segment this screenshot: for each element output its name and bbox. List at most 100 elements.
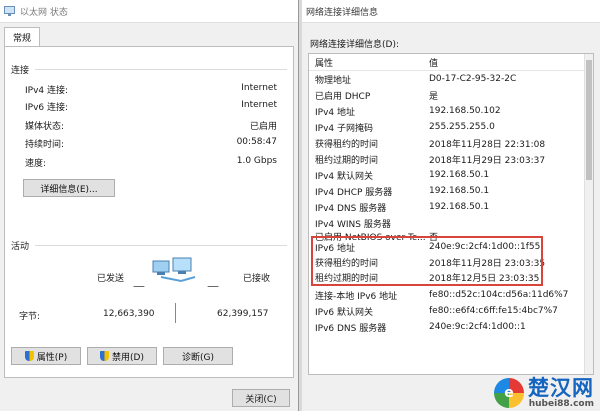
item-value: 192.168.50.1 <box>429 170 490 180</box>
list-item[interactable]: 物理地址 D0-17-C2-95-32-2C <box>309 71 593 87</box>
item-property: 获得租约的时间 <box>315 258 379 269</box>
column-header-value[interactable]: 值 <box>429 56 438 69</box>
section-divider <box>35 69 287 70</box>
row-value: 00:58:47 <box>236 137 277 147</box>
connection-details-window: 网络连接详细信息 网络连接详细信息(D): 属性 值 物理地址 D0-17-C2-… <box>302 0 600 411</box>
ethernet-status-window: 以太网 状态 常规 连接 IPv4 连接: Internet IPv6 连接: … <box>0 0 299 411</box>
item-value: D0-17-C2-95-32-2C <box>429 74 517 84</box>
item-value: fe80::d52c:104c:d56a:11d6%7 <box>429 290 569 300</box>
received-label: 已接收 <box>243 274 271 284</box>
dash-left-icon: — <box>133 279 145 293</box>
scrollbar-thumb[interactable] <box>586 60 592 180</box>
item-value: 192.168.50.102 <box>429 106 501 116</box>
network-activity-icon <box>152 257 196 283</box>
item-property: IPv4 子网掩码 <box>315 123 373 134</box>
item-value: 是 <box>429 91 439 102</box>
item-value: fe80::e6f4:c6ff:fe15:4bc7%7 <box>429 306 558 316</box>
watermark-url: hubei88.com <box>528 399 594 409</box>
list-scrollbar[interactable] <box>584 54 593 374</box>
item-value: 192.168.50.1 <box>429 202 490 212</box>
item-property: 获得租约的时间 <box>315 139 379 150</box>
duration-row: 持续时间: 00:58:47 <box>25 137 277 150</box>
window-titlebar[interactable]: 以太网 状态 <box>0 0 298 23</box>
activity-section-title: 活动 <box>11 242 30 252</box>
row-label: IPv4 连接: <box>25 86 69 96</box>
list-item[interactable]: IPv4 默认网关 192.168.50.1 <box>309 167 593 183</box>
connection-section-title: 连接 <box>11 66 30 76</box>
list-item[interactable]: IPv6 地址 240e:9c:2cf4:1d00::1f55 <box>309 239 593 255</box>
list-item[interactable]: IPv4 地址 192.168.50.102 <box>309 103 593 119</box>
activity-separator <box>175 303 176 323</box>
section-divider <box>35 245 287 246</box>
row-label: 媒体状态: <box>25 122 65 132</box>
dash-right-icon: — <box>207 279 219 293</box>
item-value: 2018年11月28日 23:03:35 <box>429 258 546 269</box>
item-value: 2018年11月28日 22:31:08 <box>429 139 546 150</box>
row-value: 已启用 <box>249 122 277 132</box>
diagnose-button[interactable]: 诊断(G) <box>163 347 233 365</box>
list-item[interactable]: 租约过期的时间 2018年12月5日 23:03:35 <box>309 269 593 285</box>
window-titlebar[interactable]: 网络连接详细信息 <box>302 0 600 23</box>
item-value: 192.168.50.1 <box>429 186 490 196</box>
shield-icon <box>100 351 110 361</box>
ipv4-connection-row: IPv4 连接: Internet <box>25 83 277 96</box>
list-item[interactable]: IPv4 子网掩码 255.255.255.0 <box>309 119 593 135</box>
item-property: 租约过期的时间 <box>315 155 379 166</box>
details-button[interactable]: 详细信息(E)... <box>23 179 115 197</box>
window-title: 以太网 状态 <box>20 7 68 18</box>
item-property: 已启用 DHCP <box>315 91 371 102</box>
list-item[interactable]: IPv4 DHCP 服务器 192.168.50.1 <box>309 183 593 199</box>
list-item[interactable]: 已启用 DHCP 是 <box>309 87 593 103</box>
item-value: 240e:9c:2cf4:1d00::1 <box>429 322 526 332</box>
general-panel: 连接 IPv4 连接: Internet IPv6 连接: Internet 媒… <box>4 46 294 378</box>
item-property: IPv4 默认网关 <box>315 171 373 182</box>
item-property: IPv4 地址 <box>315 107 355 118</box>
list-item[interactable]: 获得租约的时间 2018年11月28日 22:31:08 <box>309 135 593 151</box>
item-value: 255.255.255.0 <box>429 122 495 132</box>
list-item[interactable]: 获得租约的时间 2018年11月28日 23:03:35 <box>309 254 593 270</box>
list-item[interactable]: IPv6 DNS 服务器 240e:9c:2cf4:1d00::1 <box>309 319 593 335</box>
item-property: IPv6 DNS 服务器 <box>315 323 387 334</box>
item-value: 2018年12月5日 23:03:35 <box>429 273 540 284</box>
sent-label: 已发送 <box>97 274 125 284</box>
disable-button[interactable]: 禁用(D) <box>87 347 157 365</box>
bytes-received-value: 62,399,157 <box>217 309 269 319</box>
details-list[interactable]: 属性 值 物理地址 D0-17-C2-95-32-2C 已启用 DHCP 是 IPv… <box>308 53 594 375</box>
watermark-brand: 楚汉网 <box>528 376 594 400</box>
watermark-text: 楚汉网 hubei88.com <box>528 377 594 409</box>
column-header-property[interactable]: 属性 <box>315 56 425 69</box>
disable-button-label: 禁用(D) <box>112 352 144 363</box>
ipv6-connection-row: IPv6 连接: Internet <box>25 100 277 113</box>
properties-button-label: 属性(P) <box>36 352 68 363</box>
bytes-sent-value: 12,663,390 <box>103 309 155 319</box>
item-property: IPv4 DHCP 服务器 <box>315 187 393 198</box>
close-button[interactable]: 关闭(C) <box>232 389 290 407</box>
item-property: 连接-本地 IPv6 地址 <box>315 291 398 302</box>
list-item[interactable]: 连接-本地 IPv6 地址 fe80::d52c:104c:d56a:11d6%7 <box>309 287 593 303</box>
item-property: 租约过期的时间 <box>315 273 379 284</box>
list-item[interactable]: IPv6 默认网关 fe80::e6f4:c6ff:fe15:4bc7%7 <box>309 303 593 319</box>
watermark: e 楚汉网 hubei88.com <box>494 377 594 409</box>
row-label: 持续时间: <box>25 140 65 150</box>
list-item[interactable]: 租约过期的时间 2018年11月29日 23:03:37 <box>309 151 593 167</box>
network-adapter-icon <box>4 6 15 16</box>
item-property: IPv6 默认网关 <box>315 307 373 318</box>
details-list-label: 网络连接详细信息(D): <box>310 40 399 50</box>
bytes-label: 字节: <box>19 312 41 322</box>
window-title: 网络连接详细信息 <box>306 7 379 18</box>
item-value: 240e:9c:2cf4:1d00::1f55 <box>429 242 541 252</box>
watermark-logo-icon: e <box>494 378 524 408</box>
media-state-row: 媒体状态: 已启用 <box>25 119 277 132</box>
item-value: 2018年11月29日 23:03:37 <box>429 155 546 166</box>
row-label: 速度: <box>25 159 47 169</box>
row-value: Internet <box>241 100 277 110</box>
item-property: 物理地址 <box>315 75 352 86</box>
list-item[interactable]: IPv4 DNS 服务器 192.168.50.1 <box>309 199 593 215</box>
item-property: IPv4 DNS 服务器 <box>315 203 387 214</box>
speed-row: 速度: 1.0 Gbps <box>25 156 277 169</box>
row-value: 1.0 Gbps <box>236 156 277 166</box>
properties-button[interactable]: 属性(P) <box>11 347 81 365</box>
tab-general[interactable]: 常规 <box>4 27 41 48</box>
item-property: IPv6 地址 <box>315 243 355 254</box>
list-header: 属性 值 <box>309 54 593 71</box>
